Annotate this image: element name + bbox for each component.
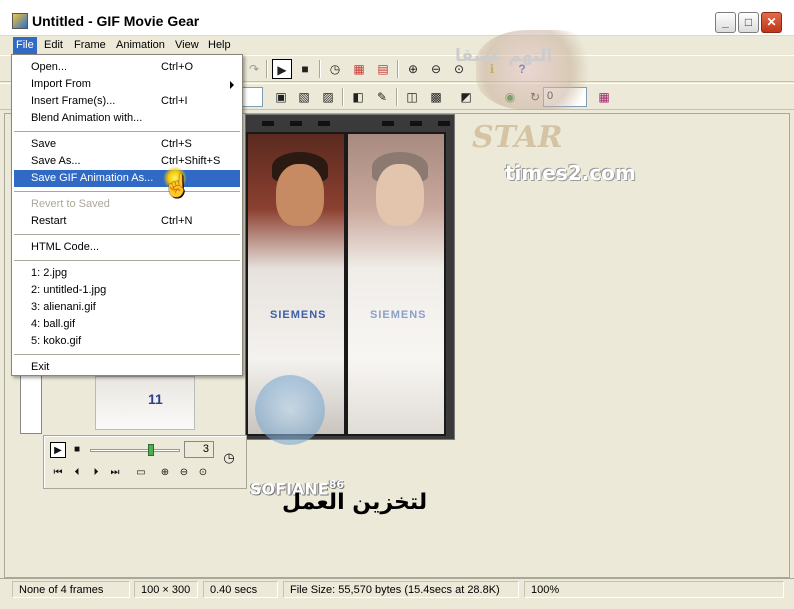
menu-item-recent-file[interactable]: 3: alienani.gif — [14, 299, 240, 316]
preview-frame-number[interactable]: 3 — [184, 441, 214, 458]
status-bar: None of 4 frames 100 × 300 0.40 secs Fil… — [0, 578, 794, 599]
menu-item-import-from[interactable]: Import From — [14, 76, 240, 93]
menu-item-restart[interactable]: Restart Ctrl+N — [14, 213, 240, 230]
frame-thumbnail[interactable]: SIEMENS — [346, 132, 446, 436]
first-frame-icon[interactable]: ⏮ — [50, 465, 66, 481]
toolbar-separator — [266, 60, 268, 78]
menu-separator — [14, 191, 240, 192]
frame-duplicate-icon[interactable]: ▩ — [426, 87, 446, 107]
menu-separator — [14, 260, 240, 261]
watermark-logo — [476, 30, 606, 110]
watermark-star: STAR — [472, 120, 563, 155]
caption: لتخزين العمل — [282, 490, 428, 515]
layer-icon[interactable]: ◩ — [456, 87, 476, 107]
menu-item-recent-file[interactable]: 4: ball.gif — [14, 316, 240, 333]
slider-thumb[interactable] — [148, 444, 154, 456]
zoom-out-icon[interactable]: ⊖ — [426, 59, 446, 79]
toolbar-separator — [342, 88, 344, 106]
menu-item-recent-file[interactable]: 5: koko.gif — [14, 333, 240, 350]
menu-item-save[interactable]: Save Ctrl+S — [14, 136, 240, 153]
film-strip-icon[interactable]: ▤ — [373, 59, 393, 79]
status-filesize: File Size: 55,570 bytes (15.4secs at 28.… — [283, 581, 519, 598]
minimize-button[interactable]: _ — [715, 12, 736, 33]
watermark-site: times2.com — [505, 161, 636, 185]
preview-play-icon[interactable]: ▶ — [50, 442, 66, 458]
preview-controls: ▶ ■ 3 ◷ ⏮ ⏴ ⏵ ⏭ ▭ ⊕ ⊖ ⊙ — [43, 435, 247, 489]
file-menu-dropdown: Open... Ctrl+O Import From Insert Frame(s… — [11, 54, 243, 376]
shirt-logo: SIEMENS — [270, 309, 327, 321]
menu-item-recent-file[interactable]: 2: untitled-1.jpg — [14, 282, 240, 299]
watermark-bubble — [255, 375, 325, 445]
next-frame-icon[interactable]: ⏵ — [88, 465, 104, 481]
menu-frame[interactable]: Frame — [71, 37, 109, 54]
submenu-arrow-icon — [230, 81, 234, 89]
frame-slider[interactable] — [90, 444, 180, 456]
menu-separator — [14, 131, 240, 132]
menu-item-save-gif-animation-as[interactable]: Save GIF Animation As... — [14, 170, 240, 187]
menu-item-recent-file[interactable]: 1: 2.jpg — [14, 265, 240, 282]
palette-icon[interactable]: ◧ — [348, 87, 368, 107]
menu-separator — [14, 354, 240, 355]
preview-image: 11 — [95, 376, 195, 430]
menu-help[interactable]: Help — [205, 37, 234, 54]
menu-item-insert-frames[interactable]: Insert Frame(s)... Ctrl+I — [14, 93, 240, 110]
shirt-logo: SIEMENS — [370, 309, 427, 321]
menu-item-open[interactable]: Open... Ctrl+O — [14, 59, 240, 76]
menu-bar: File Edit Frame Animation View Help — [0, 36, 794, 55]
toolbar-separator — [396, 88, 398, 106]
status-duration: 0.40 secs — [203, 581, 278, 598]
rotate-icon[interactable]: ▨ — [318, 87, 338, 107]
hand-cursor-icon: ☝ — [163, 173, 191, 198]
menu-item-save-as[interactable]: Save As... Ctrl+Shift+S — [14, 153, 240, 170]
menu-edit[interactable]: Edit — [41, 37, 66, 54]
toolbar-separator — [397, 60, 399, 78]
crop-icon[interactable]: ▣ — [271, 87, 291, 107]
preview-jersey-number: 11 — [148, 391, 163, 407]
menu-file[interactable]: File — [13, 37, 37, 54]
stop-icon[interactable]: ■ — [295, 59, 315, 79]
menu-item-html-code[interactable]: HTML Code... — [14, 239, 240, 256]
last-frame-icon[interactable]: ⏭ — [107, 465, 123, 481]
window-title: Untitled - GIF Movie Gear — [32, 13, 200, 29]
film-icon[interactable]: ▦ — [349, 59, 369, 79]
menu-view[interactable]: View — [172, 37, 202, 54]
monitor-icon[interactable]: ▭ — [133, 465, 149, 481]
preview-zoom-in-icon[interactable]: ⊕ — [157, 465, 173, 481]
resize-icon[interactable]: ▧ — [294, 87, 314, 107]
eyedropper-icon[interactable]: ✎ — [372, 87, 392, 107]
film-perforations — [246, 117, 456, 131]
title-bar: Untitled - GIF Movie Gear _ □ ✕ — [0, 0, 794, 36]
menu-item-revert-to-saved: Revert to Saved — [31, 198, 110, 210]
play-icon[interactable]: ▶ — [272, 59, 292, 79]
menu-item-exit[interactable]: Exit — [14, 359, 240, 376]
watermark-arabic: النهم عشقا — [455, 46, 553, 66]
speed-icon[interactable]: ◷ — [221, 450, 237, 466]
status-frames: None of 4 frames — [12, 581, 130, 598]
app-icon[interactable] — [12, 13, 28, 29]
close-button[interactable]: ✕ — [761, 12, 782, 33]
menu-item-blend-animation[interactable]: Blend Animation with... — [14, 110, 240, 127]
status-zoom: 100% — [524, 581, 784, 598]
status-size: 100 × 300 — [134, 581, 198, 598]
frame-insert-icon[interactable]: ◫ — [402, 87, 422, 107]
frame-panel-left — [20, 372, 42, 434]
redo-icon[interactable]: ↷ — [244, 59, 264, 79]
menu-separator — [14, 234, 240, 235]
preview-zoom-fit-icon[interactable]: ⊙ — [195, 465, 211, 481]
timing-icon[interactable]: ◷ — [325, 59, 345, 79]
toolbar-separator — [319, 60, 321, 78]
preview-zoom-out-icon[interactable]: ⊖ — [176, 465, 192, 481]
window-bottom-edge — [0, 599, 794, 609]
maximize-button[interactable]: □ — [738, 12, 759, 33]
prev-frame-icon[interactable]: ⏴ — [69, 465, 85, 481]
zoom-in-icon[interactable]: ⊕ — [403, 59, 423, 79]
menu-animation[interactable]: Animation — [113, 37, 168, 54]
preview-stop-icon[interactable]: ■ — [69, 442, 85, 458]
